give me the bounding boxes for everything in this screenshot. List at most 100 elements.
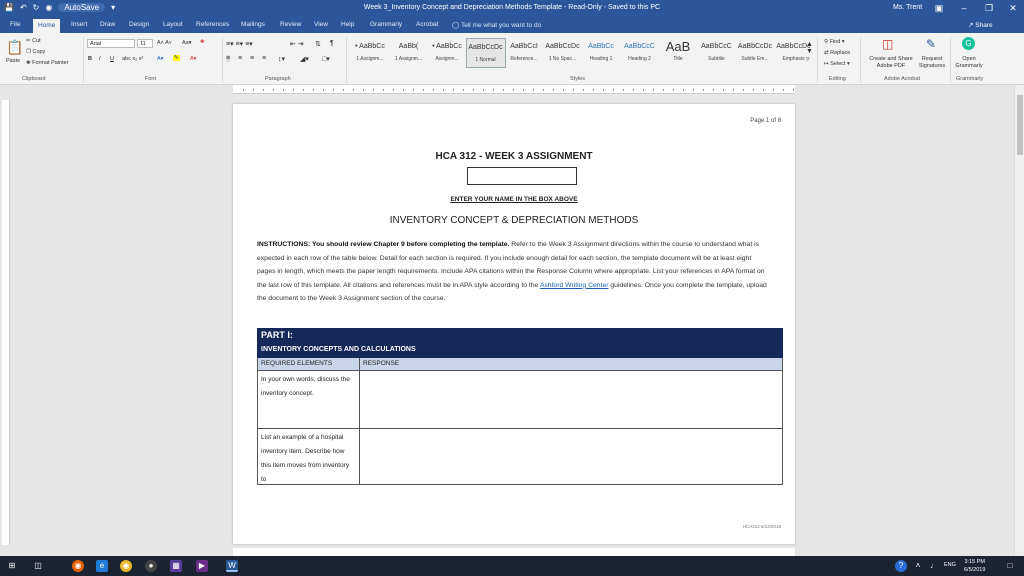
taskbar-clock[interactable]: 3:15 PM 6/5/2019 xyxy=(964,558,985,574)
text-effects-icon[interactable]: A▾ xyxy=(157,56,163,62)
style-option[interactable]: AaB Title xyxy=(658,38,698,68)
strikethrough-subscript-superscript-icons[interactable]: abc x₂ x² xyxy=(122,56,143,62)
format-painter-button[interactable]: ❀ Format Painter xyxy=(26,60,69,66)
align-right-button[interactable]: ≡ xyxy=(250,55,254,62)
justify-button[interactable]: ≡ xyxy=(262,55,266,62)
tab-grammarly[interactable]: Grammarly xyxy=(370,21,402,28)
cut-button[interactable]: ✂ Cut xyxy=(26,38,41,44)
style-option[interactable]: AaBbCcI Reference... xyxy=(504,38,544,68)
user-name[interactable]: Ms. Trent xyxy=(893,4,922,11)
borders-icon[interactable]: □▾ xyxy=(322,55,330,63)
list-icons[interactable]: ≡▾ ≡▾ ≡▾ xyxy=(226,40,253,48)
share-button[interactable]: ↗ Share xyxy=(968,21,993,29)
ruler-tick xyxy=(453,89,454,91)
tab-references[interactable]: References xyxy=(196,21,229,28)
tab-file[interactable]: File xyxy=(10,21,20,28)
style-option[interactable]: AaBb(1 Assignm... xyxy=(389,38,429,68)
horizontal-ruler[interactable] xyxy=(233,85,795,94)
clear-formatting-icon[interactable]: ❀ xyxy=(200,39,205,45)
task-view-icon[interactable]: ◫ xyxy=(32,560,44,572)
word-icon[interactable]: W xyxy=(226,560,238,572)
name-entry-box[interactable] xyxy=(467,167,577,185)
replace-button[interactable]: ⇄ Replace xyxy=(824,50,850,56)
style-option[interactable]: AaBbCc Heading 1 xyxy=(581,38,621,68)
ruler-tick xyxy=(553,89,554,91)
ribbon-display-options-icon[interactable]: ▣ xyxy=(932,2,946,14)
pilcrow-icon[interactable]: ¶ xyxy=(330,40,334,47)
style-option[interactable]: • AaBbCc 1 Assignm... xyxy=(350,38,390,68)
firefox-icon[interactable]: ◉ xyxy=(72,560,84,572)
response-cell[interactable] xyxy=(360,429,782,484)
sort-icon[interactable]: ⇅ xyxy=(315,40,321,48)
styles-scroll-icon[interactable]: ▲ ▼ ▿ xyxy=(806,41,813,63)
align-center-button[interactable]: ≡ xyxy=(238,55,242,62)
copy-button[interactable]: ❐ Copy xyxy=(26,49,45,55)
open-grammarly-button[interactable]: Open Grammarly xyxy=(952,56,986,70)
line-spacing-icon[interactable]: ↕▾ xyxy=(278,55,285,63)
paste-button[interactable]: Paste xyxy=(6,58,20,64)
ruler-tick xyxy=(743,89,744,91)
windows-taskbar: ⊞ ◫ ◉ e ◉ ● ▦ ▶ W ? ˄ ♩ ENG 3:15 PM 6/5/2… xyxy=(0,556,1024,576)
tab-home[interactable]: Home xyxy=(33,19,61,33)
bold-button[interactable]: B xyxy=(88,56,92,62)
scrollbar-thumb[interactable] xyxy=(1017,95,1023,155)
edge-icon[interactable]: e xyxy=(96,560,108,572)
tab-review[interactable]: Review xyxy=(280,21,301,28)
tab-help[interactable]: Help xyxy=(341,21,354,28)
chrome-icon[interactable]: ◉ xyxy=(120,560,132,572)
help-icon[interactable]: ? xyxy=(895,560,907,572)
font-color-icon[interactable]: A▾ xyxy=(190,56,196,62)
app-icon[interactable]: ● xyxy=(145,560,157,572)
language-indicator[interactable]: ENG xyxy=(944,562,956,568)
restore-button[interactable]: ❐ xyxy=(982,2,996,14)
document-page[interactable]: Page 1 of 8 HCA 312 - WEEK 3 ASSIGNMENT … xyxy=(233,104,795,544)
find-button[interactable]: ⚲ Find ▾ xyxy=(824,39,845,45)
tab-draw[interactable]: Draw xyxy=(100,21,115,28)
tab-layout[interactable]: Layout xyxy=(163,21,183,28)
highlight-icon[interactable]: ✎ xyxy=(173,55,180,61)
minimize-button[interactable]: – xyxy=(957,2,971,14)
tab-acrobat[interactable]: Acrobat xyxy=(416,21,438,28)
italic-button[interactable]: I xyxy=(99,56,101,62)
vertical-ruler[interactable] xyxy=(2,100,10,545)
style-option[interactable]: AaBbCcDc Subtle Em... xyxy=(735,38,775,68)
select-button[interactable]: ↦ Select ▾ xyxy=(824,61,850,67)
indent-icons[interactable]: ⇤ ⇥ xyxy=(290,40,304,48)
volume-icon[interactable]: ♩ xyxy=(928,560,940,572)
windows-start-icon[interactable]: ⊞ xyxy=(6,560,18,572)
font-name-select[interactable]: Arial xyxy=(87,39,135,48)
change-case-icon[interactable]: Aa▾ xyxy=(182,40,192,46)
tab-mailings[interactable]: Mailings xyxy=(241,21,265,28)
ruler-tick xyxy=(493,89,494,91)
response-cell[interactable] xyxy=(360,371,782,428)
style-option[interactable]: AaBbCcDc 1 No Spac... xyxy=(543,38,583,68)
adobe-pdf-icon[interactable]: ◫ xyxy=(882,37,893,51)
notifications-icon[interactable]: □ xyxy=(1004,560,1016,572)
vertical-scrollbar[interactable] xyxy=(1014,85,1024,558)
paste-icon[interactable]: 📋 xyxy=(6,39,23,56)
font-size-select[interactable]: 11 xyxy=(137,39,153,48)
show-hidden-icons[interactable]: ˄ xyxy=(912,560,924,572)
tab-view[interactable]: View xyxy=(314,21,328,28)
style-option[interactable]: AaBbCcC Heading 2 xyxy=(620,38,660,68)
align-left-button[interactable]: ≡ xyxy=(226,55,231,62)
grow-shrink-font-icon[interactable]: A˄ A˅ xyxy=(157,40,172,46)
underline-button[interactable]: U xyxy=(110,56,114,62)
tab-insert[interactable]: Insert xyxy=(71,21,87,28)
ruler-tick xyxy=(423,89,424,91)
create-share-pdf-button[interactable]: Create and Share Adobe PDF xyxy=(866,56,916,70)
writing-center-link[interactable]: Ashford Writing Center xyxy=(540,282,609,289)
photos-icon[interactable]: ▦ xyxy=(170,560,182,572)
style-option[interactable]: AaBbCcDc 1 Normal xyxy=(465,38,506,68)
grammarly-logo-icon[interactable]: G xyxy=(962,37,975,50)
close-button[interactable]: ✕ xyxy=(1006,2,1020,14)
style-option[interactable]: AaBbCcC Subtitle xyxy=(697,38,737,68)
request-signatures-icon[interactable]: ✎ xyxy=(926,37,936,51)
shading-icon[interactable]: ◢▾ xyxy=(300,55,309,63)
tell-me-search[interactable]: ◯ Tell me what you want to do xyxy=(452,21,541,29)
request-signatures-button[interactable]: Request Signatures xyxy=(917,56,947,70)
style-option[interactable]: • AaBbCc Assignm... xyxy=(427,38,467,68)
tab-design[interactable]: Design xyxy=(129,21,149,28)
style-sample: AaBbCcC xyxy=(624,43,655,50)
media-icon[interactable]: ▶ xyxy=(196,560,208,572)
